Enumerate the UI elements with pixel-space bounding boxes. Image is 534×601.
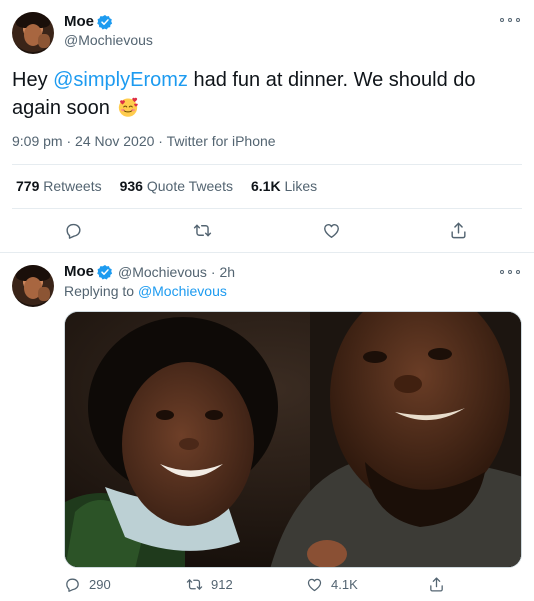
author-name[interactable]: Moe xyxy=(64,13,94,30)
reply-author-row[interactable]: Moe @Mochievous · 2h xyxy=(64,263,235,280)
share-icon xyxy=(451,222,466,239)
reply-avatar[interactable] xyxy=(12,265,54,307)
meta-separator: · xyxy=(154,133,167,149)
reply-author-name[interactable]: Moe xyxy=(64,263,94,280)
main-tweet: Moe @Mochievous Hey @simplyEromz had fun… xyxy=(0,0,534,252)
tweet-separator xyxy=(0,252,534,253)
heart-icon xyxy=(324,224,339,238)
reply-actions: 290 912 4.1K xyxy=(0,576,534,600)
smiling-face-with-hearts-emoji xyxy=(119,97,139,117)
tweet-actions xyxy=(0,221,534,245)
tweet-text-start: Hey xyxy=(12,69,54,91)
likes-label: Likes xyxy=(284,178,318,194)
reply-button[interactable] xyxy=(64,221,83,240)
tweet-source[interactable]: Twitter for iPhone xyxy=(167,133,276,149)
retweet-icon xyxy=(193,224,212,237)
tweet-text: Hey @simplyEromz had fun at dinner. We s… xyxy=(12,66,512,122)
quote-tweets-stat[interactable]: 936 Quote Tweets xyxy=(120,178,233,194)
like-button[interactable] xyxy=(322,221,341,240)
reply-icon xyxy=(66,578,79,592)
like-button[interactable]: 4.1K xyxy=(306,576,358,593)
reply-icon xyxy=(66,223,81,239)
tweet-timestamp[interactable]: 9:09 pm · 24 Nov 2020 xyxy=(12,133,154,149)
author-handle[interactable]: @Mochievous xyxy=(64,32,153,48)
verified-badge-icon xyxy=(97,14,113,29)
more-options-icon[interactable] xyxy=(500,13,520,27)
likes-count: 6.1K xyxy=(251,178,281,194)
reply-count: 290 xyxy=(89,577,111,592)
divider xyxy=(12,164,522,165)
replying-mention[interactable]: @Mochievous xyxy=(138,283,227,299)
reply-time[interactable]: · 2h xyxy=(211,264,235,280)
more-options-icon[interactable] xyxy=(500,265,520,279)
replying-label: Replying to xyxy=(64,283,138,299)
replying-to: Replying to @Mochievous xyxy=(64,283,227,299)
heart-icon xyxy=(307,578,322,592)
author-name-row[interactable]: Moe xyxy=(64,13,113,30)
retweet-icon xyxy=(186,579,203,590)
tweet-meta: 9:09 pm · 24 Nov 2020 · Twitter for iPho… xyxy=(12,133,276,149)
likes-stat[interactable]: 6.1K Likes xyxy=(251,178,317,194)
avatar[interactable] xyxy=(12,12,54,54)
like-count: 4.1K xyxy=(331,577,358,592)
divider xyxy=(12,208,522,209)
share-button[interactable] xyxy=(428,576,445,593)
tweet-stats: 779 Retweets 936 Quote Tweets 6.1K Likes xyxy=(16,178,317,194)
retweets-label: Retweets xyxy=(43,178,102,194)
mention-link[interactable]: @simplyEromz xyxy=(53,69,188,91)
verified-badge-icon xyxy=(97,264,113,279)
retweets-stat[interactable]: 779 Retweets xyxy=(16,178,102,194)
reply-button[interactable]: 290 xyxy=(64,576,111,593)
photo-image xyxy=(65,312,521,567)
share-icon xyxy=(430,577,443,592)
reply-author-handle[interactable]: @Mochievous xyxy=(118,264,207,280)
quote-label: Quote Tweets xyxy=(146,178,233,194)
attached-photo[interactable] xyxy=(64,311,522,568)
retweets-count: 779 xyxy=(16,178,40,194)
retweet-button[interactable] xyxy=(193,221,212,240)
retweet-count: 912 xyxy=(211,577,233,592)
quote-count: 936 xyxy=(119,178,143,194)
retweet-button[interactable]: 912 xyxy=(186,576,233,593)
share-button[interactable] xyxy=(449,221,468,240)
